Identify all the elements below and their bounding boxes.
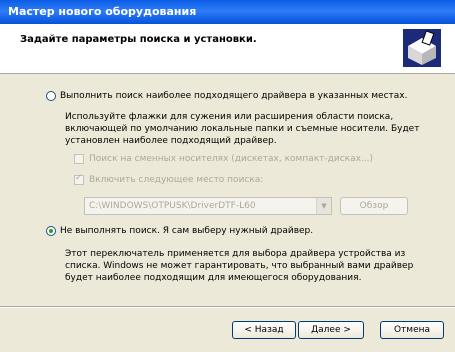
search-description: Используйте флажки для сужения или расши…	[65, 112, 420, 146]
search-path-combobox[interactable]: C:\WINDOWS\OTPUSK\DriverDTF-L60 ▼	[84, 197, 332, 215]
chevron-down-icon[interactable]: ▼	[316, 198, 331, 214]
wizard-window: Мастер нового оборудования Задайте парам…	[0, 0, 455, 352]
title-bar[interactable]: Мастер нового оборудования	[0, 0, 455, 24]
radio-manual-option[interactable]: Не выполнять поиск. Я сам выберу нужный …	[46, 226, 313, 236]
search-path-value: C:\WINDOWS\OTPUSK\DriverDTF-L60	[89, 201, 256, 211]
radio-search[interactable]	[46, 91, 56, 101]
wizard-content: Выполнить поиск наиболее подходящего дра…	[0, 74, 455, 306]
next-button[interactable]: Далее >	[298, 321, 364, 339]
checkbox-include-label: Включить следующее место поиска:	[89, 175, 264, 185]
page-title: Задайте параметры поиска и установки.	[20, 34, 257, 45]
checkbox-include[interactable]	[74, 173, 84, 185]
checkbox-removable-row[interactable]: Поиск на сменных носителях (дискетах, ко…	[74, 154, 373, 164]
browse-button[interactable]: Обзор	[340, 197, 408, 215]
checkbox-removable-label: Поиск на сменных носителях (дискетах, ко…	[89, 154, 374, 164]
checkbox-include-row[interactable]: Включить следующее место поиска:	[74, 173, 264, 185]
radio-manual-label: Не выполнять поиск. Я сам выберу нужный …	[60, 226, 314, 236]
cancel-button[interactable]: Отмена	[380, 321, 444, 339]
radio-search-option[interactable]: Выполнить поиск наиболее подходящего дра…	[46, 91, 408, 101]
back-button[interactable]: < Назад	[232, 321, 296, 339]
wizard-header: Задайте параметры поиска и установки.	[0, 24, 455, 74]
manual-description: Этот переключатель применяется для выбор…	[65, 249, 414, 283]
footer-divider	[0, 306, 455, 308]
hardware-box-icon	[403, 29, 441, 67]
radio-search-label: Выполнить поиск наиболее подходящего дра…	[60, 91, 408, 101]
window-title: Мастер нового оборудования	[8, 5, 197, 18]
checkbox-removable[interactable]	[74, 154, 84, 164]
radio-manual[interactable]	[46, 226, 56, 236]
